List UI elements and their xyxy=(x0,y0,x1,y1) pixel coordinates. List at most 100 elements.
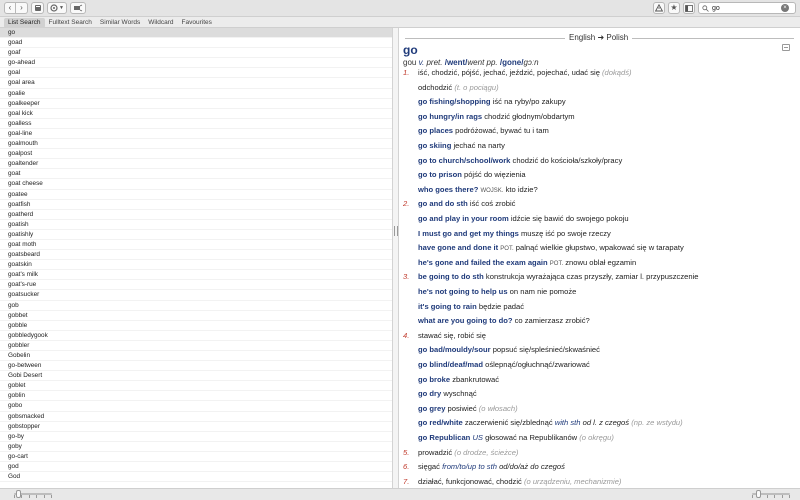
list-item[interactable]: goatskin xyxy=(0,260,392,271)
list-item[interactable]: gobbet xyxy=(0,311,392,321)
list-item[interactable]: goad xyxy=(0,38,392,49)
list-item[interactable]: goat's-rue xyxy=(0,280,392,291)
settings-dropdown-button[interactable]: ▼ xyxy=(47,2,67,14)
list-item[interactable]: goalie xyxy=(0,89,392,99)
list-item[interactable]: gobo xyxy=(0,401,392,412)
list-item[interactable]: go xyxy=(0,28,392,39)
tab-favourites[interactable]: Favourites xyxy=(178,18,216,28)
list-item[interactable]: gobsmacked xyxy=(0,412,392,422)
right-slider-knob[interactable] xyxy=(756,490,761,498)
list-item[interactable]: goal kick xyxy=(0,109,392,119)
list-item[interactable]: goal area xyxy=(0,78,392,89)
list-item[interactable]: gob xyxy=(0,301,392,311)
usage-note: (o drodze, ścieżce) xyxy=(454,447,519,457)
favourite-button[interactable]: ★ xyxy=(668,2,680,14)
entry-panel: English ➜ Polish go gou v. pret. /went/w… xyxy=(399,28,800,488)
example-phrase[interactable]: go and play in your room xyxy=(418,214,509,223)
dictionary-button[interactable] xyxy=(31,2,44,14)
list-item[interactable]: go-by xyxy=(0,432,392,442)
example-phrase[interactable]: go dry xyxy=(418,389,441,398)
clear-search-icon[interactable]: × xyxy=(781,4,789,12)
list-item[interactable]: goblet xyxy=(0,381,392,392)
warning-button[interactable] xyxy=(653,2,665,14)
language-pair-label: English ➜ Polish xyxy=(565,33,633,43)
list-item[interactable]: goatish xyxy=(0,220,392,230)
translation-text: kto idzie? xyxy=(503,184,538,194)
list-item[interactable]: goat moth xyxy=(0,240,392,251)
list-item[interactable]: goatee xyxy=(0,190,392,200)
list-item[interactable]: Gobelin xyxy=(0,351,392,362)
example-phrase[interactable]: go fishing/shopping xyxy=(418,97,491,106)
list-item[interactable]: goatherd xyxy=(0,210,392,220)
example-phrase[interactable]: go places xyxy=(418,126,453,135)
example-phrase[interactable]: it's going to rain xyxy=(418,302,477,311)
translation-text: iść coś zrobić xyxy=(467,199,516,209)
tab-list-search[interactable]: List Search xyxy=(4,18,45,28)
example-phrase[interactable]: go bad/mouldy/sour xyxy=(418,345,491,354)
example-phrase[interactable]: be going to do sth xyxy=(418,272,484,281)
search-field[interactable]: × xyxy=(698,2,796,14)
example-phrase[interactable]: have gone and done it xyxy=(418,243,498,252)
list-item[interactable]: gobbler xyxy=(0,341,392,351)
list-item[interactable]: goby xyxy=(0,442,392,452)
star-icon: ★ xyxy=(670,3,678,12)
sense-line: have gone and done it POT. palnąć wielki… xyxy=(418,243,684,254)
list-item[interactable]: goal xyxy=(0,68,392,79)
example-phrase[interactable]: he's not going to help us xyxy=(418,287,508,296)
list-item[interactable]: goatsbeard xyxy=(0,250,392,261)
example-phrase[interactable]: who goes there? xyxy=(418,185,478,194)
example-phrase[interactable]: go and do sth xyxy=(418,199,468,208)
translation-text: muszę iść po swoje rzeczy xyxy=(518,228,611,238)
list-item[interactable]: god xyxy=(0,462,392,473)
list-item[interactable]: God xyxy=(0,472,392,483)
translation-text: iść na ryby/po zakupy xyxy=(490,97,566,107)
list-item[interactable]: goatsucker xyxy=(0,290,392,301)
list-item[interactable]: gobble xyxy=(0,321,392,331)
forward-button[interactable]: › xyxy=(16,2,28,14)
search-input[interactable] xyxy=(712,4,778,12)
tab-fulltext-search[interactable]: Fulltext Search xyxy=(45,18,96,28)
split-divider[interactable] xyxy=(392,28,399,488)
list-item[interactable]: gobstopper xyxy=(0,422,392,432)
list-item[interactable]: goalkeeper xyxy=(0,99,392,109)
list-item[interactable]: goat's milk xyxy=(0,270,392,281)
left-slider-knob[interactable] xyxy=(16,490,21,498)
example-phrase[interactable]: go skiing xyxy=(418,141,451,150)
example-phrase[interactable]: go Republican xyxy=(418,433,470,442)
example-phrase[interactable]: he's gone and failed the exam again xyxy=(418,258,548,267)
usage-note: (dokądś) xyxy=(602,68,632,77)
example-phrase[interactable]: go blind/deaf/mad xyxy=(418,360,483,369)
example-phrase[interactable]: go grey xyxy=(418,404,445,413)
list-item[interactable]: goblin xyxy=(0,391,392,402)
list-item[interactable]: goalmouth xyxy=(0,139,392,150)
tab-similar-words[interactable]: Similar Words xyxy=(96,18,144,28)
list-item[interactable]: go-ahead xyxy=(0,58,392,69)
list-item[interactable]: go-between xyxy=(0,361,392,372)
list-item[interactable]: goaf xyxy=(0,48,392,59)
example-phrase[interactable]: go broke xyxy=(418,375,450,384)
example-phrase[interactable]: go to church/school/work xyxy=(418,156,510,165)
list-item[interactable]: goatfish xyxy=(0,200,392,210)
divider-grip-icon[interactable] xyxy=(394,226,398,236)
list-item[interactable]: goatishly xyxy=(0,230,392,240)
list-item[interactable]: goat xyxy=(0,169,392,180)
example-phrase[interactable]: I must go and get my things xyxy=(418,229,519,238)
tab-wildcard[interactable]: Wildcard xyxy=(144,18,177,28)
entry-options-icon[interactable] xyxy=(782,44,790,51)
list-item[interactable]: goat cheese xyxy=(0,179,392,190)
sidebar-toggle-button[interactable] xyxy=(683,2,695,14)
list-item[interactable]: goal-line xyxy=(0,129,392,140)
list-item[interactable]: goalless xyxy=(0,119,392,129)
list-item[interactable]: goalpost xyxy=(0,149,392,160)
back-button[interactable]: ‹ xyxy=(4,2,16,14)
example-phrase[interactable]: go to prison xyxy=(418,170,462,179)
list-item[interactable]: gobbledygook xyxy=(0,331,392,341)
list-item[interactable]: goaltender xyxy=(0,159,392,170)
example-phrase[interactable]: go hungry/in rags xyxy=(418,112,482,121)
pronunciation-button[interactable] xyxy=(70,2,86,14)
example-phrase[interactable]: go red/white xyxy=(418,418,463,427)
translation-text: oślepnąć/ogłuchnąć/zwariować xyxy=(482,360,590,369)
list-item[interactable]: Gobi Desert xyxy=(0,371,392,382)
list-item[interactable]: go-cart xyxy=(0,452,392,463)
example-phrase[interactable]: what are you going to do? xyxy=(418,316,513,325)
